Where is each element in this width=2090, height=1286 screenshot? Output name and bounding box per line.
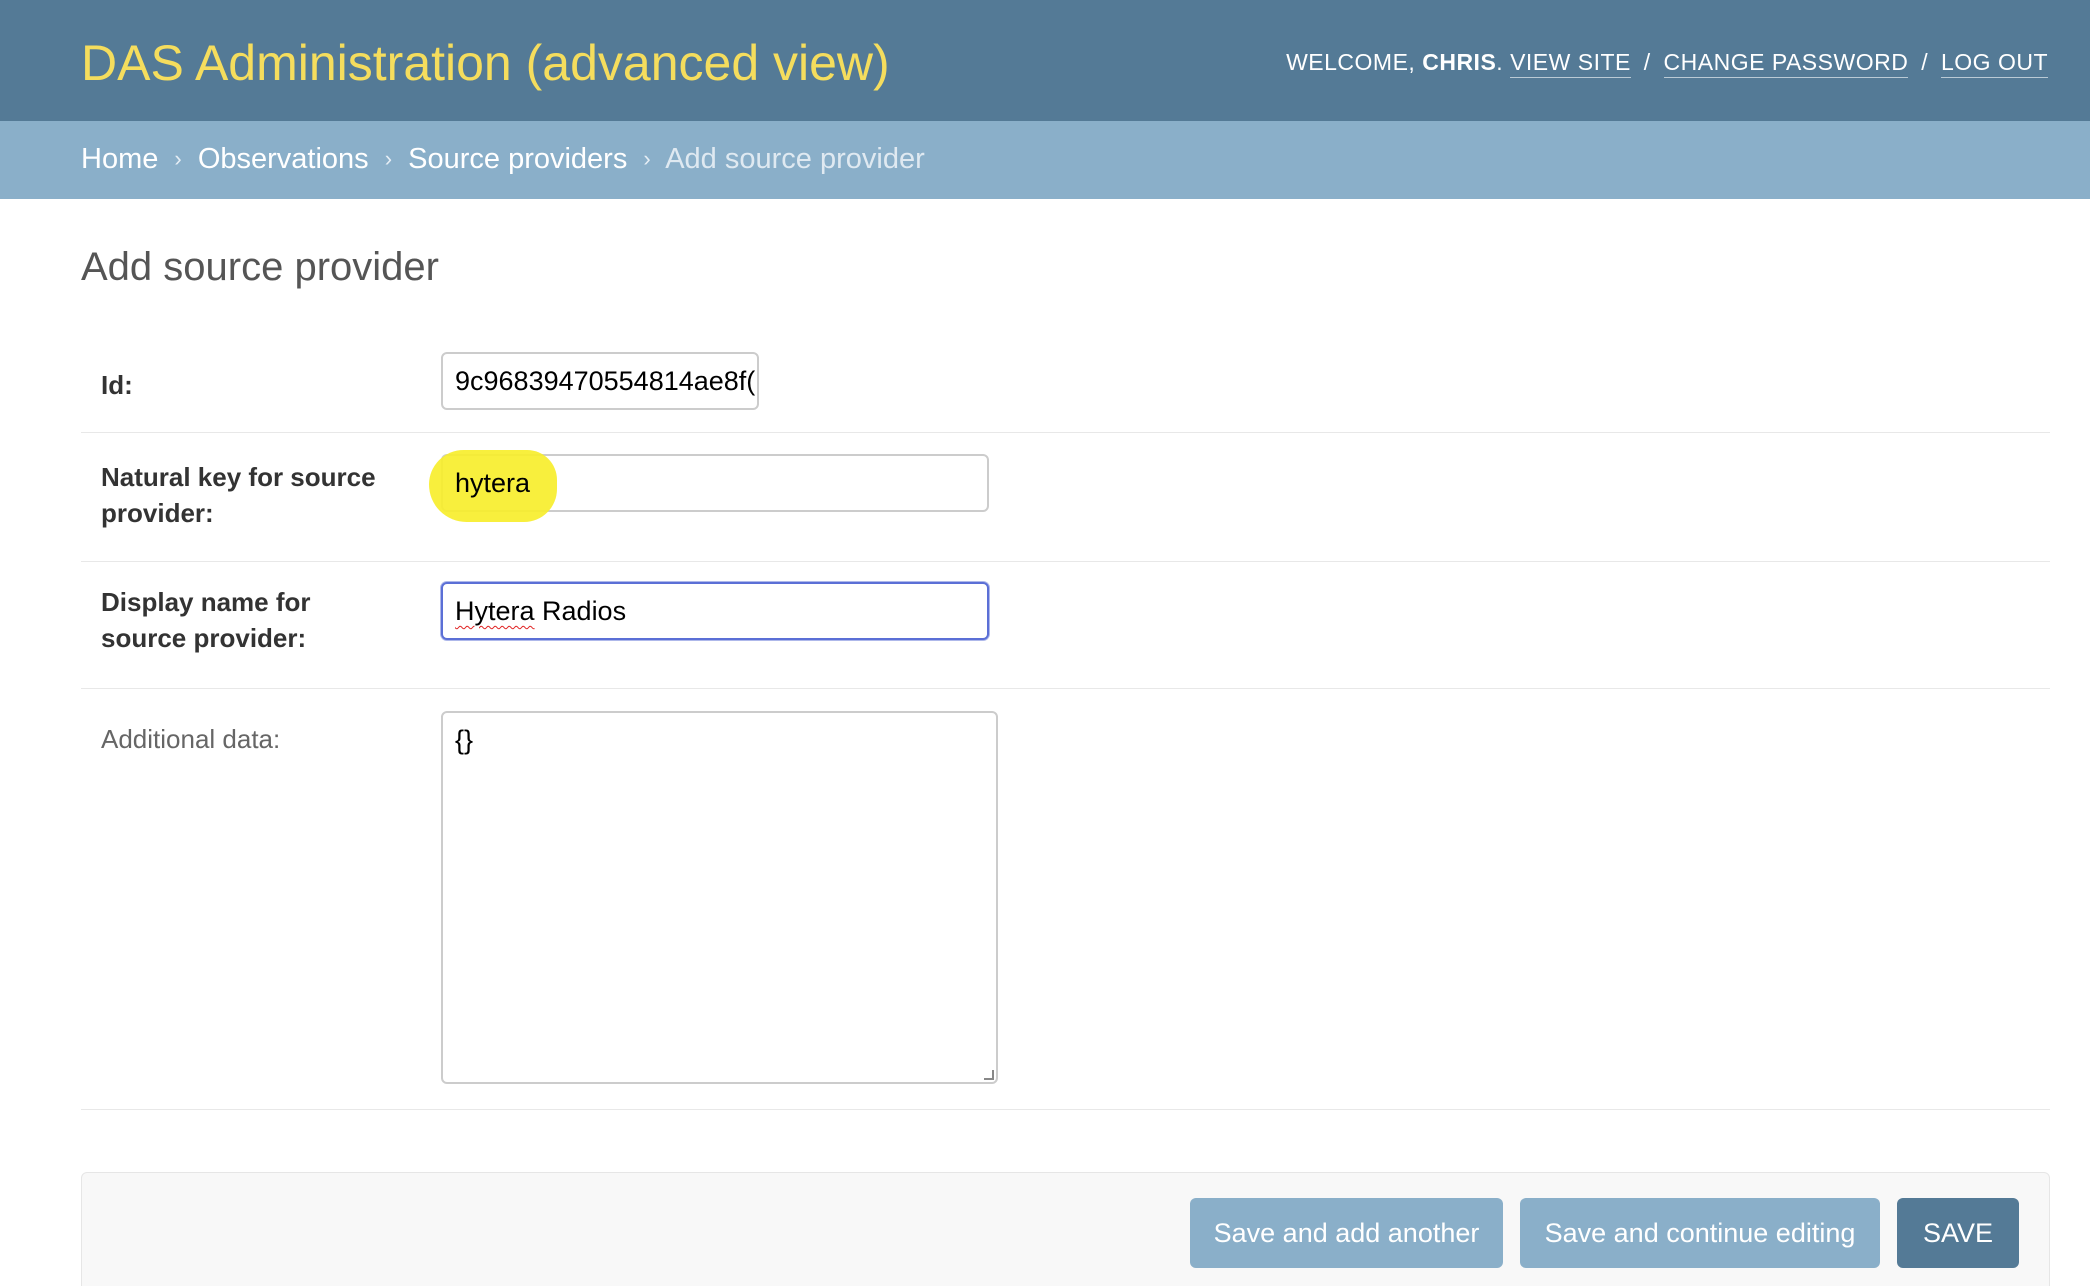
- save-and-add-another-button[interactable]: Save and add another: [1190, 1198, 1503, 1268]
- separator: /: [1643, 49, 1651, 75]
- additional-data-textarea[interactable]: {}: [441, 711, 998, 1084]
- display-name-value-rest: Radios: [534, 596, 627, 626]
- breadcrumb-arrow: ›: [174, 146, 182, 171]
- breadcrumb-observations[interactable]: Observations: [198, 143, 369, 175]
- form-row-additional-data: Additional data: {}: [81, 689, 2050, 1110]
- id-input-value: 9c96839470554814ae8f(: [455, 366, 756, 396]
- site-branding[interactable]: DAS Administration (advanced view): [81, 34, 890, 92]
- natural-key-label: Natural key for source provider:: [101, 462, 376, 528]
- id-label: Id:: [101, 370, 133, 400]
- breadcrumb: Home › Observations › Source providers ›…: [0, 121, 2090, 199]
- display-name-value-misspelled: Hytera: [455, 596, 535, 626]
- form-row-id: Id: 9c96839470554814ae8f(: [81, 329, 2050, 433]
- resize-handle-icon[interactable]: [984, 1070, 994, 1080]
- breadcrumb-arrow: ›: [643, 146, 651, 171]
- change-password-link[interactable]: CHANGE PASSWORD: [1663, 49, 1909, 78]
- welcome-text: WELCOME,: [1286, 49, 1416, 75]
- user-name: CHRIS: [1422, 49, 1497, 75]
- additional-data-value: {}: [455, 725, 474, 755]
- display-name-input[interactable]: Hytera Radios: [441, 582, 989, 640]
- breadcrumb-source-providers[interactable]: Source providers: [408, 143, 627, 175]
- breadcrumb-arrow: ›: [384, 146, 393, 171]
- separator: /: [1921, 49, 1929, 75]
- form-row-natural-key: Natural key for source provider: hytera: [81, 433, 2050, 562]
- save-and-continue-button[interactable]: Save and continue editing: [1520, 1198, 1880, 1268]
- breadcrumb-home[interactable]: Home: [81, 143, 158, 175]
- additional-data-label: Additional data:: [101, 724, 281, 754]
- user-suffix: .: [1496, 49, 1504, 75]
- display-name-label: Display name for source provider:: [101, 587, 311, 653]
- breadcrumb-current: Add source provider: [665, 143, 925, 175]
- natural-key-input[interactable]: hytera: [429, 450, 989, 522]
- header: DAS Administration (advanced view) WELCO…: [0, 0, 2090, 121]
- form-row-display-name: Display name for source provider: Hytera…: [81, 562, 2050, 689]
- log-out-link[interactable]: LOG OUT: [1940, 49, 2048, 78]
- user-tools: WELCOME, CHRIS. VIEW SITE / CHANGE PASSW…: [1286, 49, 2048, 78]
- view-site-link[interactable]: VIEW SITE: [1510, 49, 1631, 78]
- id-input[interactable]: 9c96839470554814ae8f(: [441, 352, 759, 410]
- submit-row: Save and add another Save and continue e…: [81, 1172, 2050, 1286]
- natural-key-input-value: hytera: [455, 468, 531, 498]
- page-title: Add source provider: [81, 245, 439, 289]
- save-button[interactable]: SAVE: [1897, 1198, 2019, 1268]
